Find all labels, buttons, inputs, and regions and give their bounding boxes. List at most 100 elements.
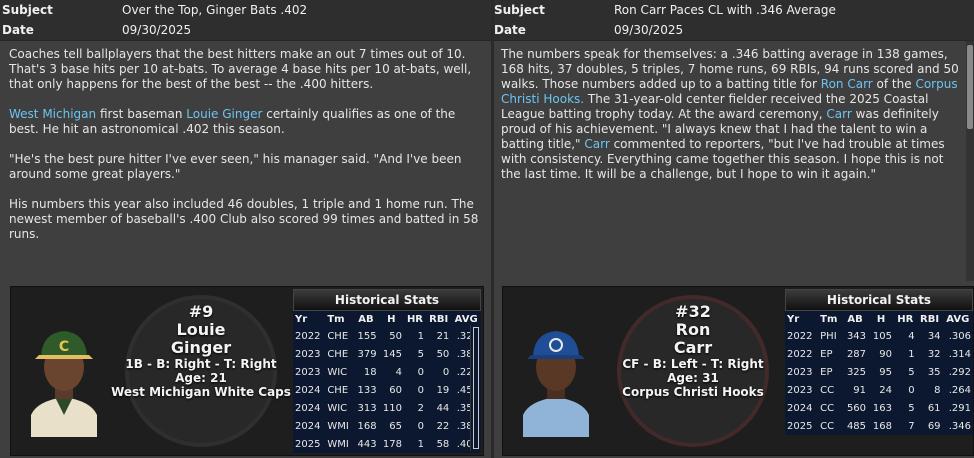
stats-cell: 91 [853,384,867,396]
stats-cell: 0 [417,420,424,432]
stats-cell: 2023 [787,366,813,378]
article-scrollbar[interactable] [966,41,974,281]
stats-cell: WMI [327,420,349,432]
player-last-name[interactable]: Ginger [111,339,291,357]
stats-cell: 34 [927,330,941,342]
player-link[interactable]: Carr [826,107,851,121]
stats-cell: .264 [948,384,971,396]
stats-cell: 44 [436,402,450,414]
paragraph: Coaches tell ballplayers that the best h… [9,47,472,91]
stats-column-header[interactable]: AB [353,311,378,327]
player-first-name[interactable]: Ron [603,321,783,339]
stats-column-header[interactable]: RBI [917,311,943,327]
stats-cell: 2023 [787,384,813,396]
article-body: The numbers speak for themselves: a .346… [494,41,974,182]
stats-cell: 90 [879,348,893,360]
stats-row: 2024 WMI 168 65 0 22.387 [293,417,481,435]
scroll-thumb[interactable] [473,327,479,449]
stats-column-header[interactable]: Yr [785,311,818,327]
stats-cell: 7 [908,420,915,432]
stats-column-header[interactable]: HR [894,311,917,327]
stats-title: Historical Stats [293,289,481,311]
article-body: Coaches tell ballplayers that the best h… [0,41,491,242]
stats-cell: 325 [846,366,867,378]
stats-cell: 5 [908,366,915,378]
scroll-thumb[interactable] [967,45,973,129]
date-label: Date [494,23,526,37]
player-age: Age: 21 [175,371,227,385]
stats-cell: CC [820,402,835,414]
stats-row: 2022 EP 287 90 1 32 .314 [785,345,973,363]
stats-row: 2022 PHI 343 105 4 34 .306 [785,327,973,345]
stats-cell: 1 [417,330,424,342]
stats-cell: 50 [389,330,402,342]
player-photo[interactable] [519,311,593,437]
stats-cell: .314 [948,348,971,360]
stats-column-header[interactable]: RBI [426,311,451,327]
stats-cell: CC [820,384,835,396]
stats-cell: 2025 [295,438,321,450]
stats-column-header[interactable]: AVG [943,311,973,327]
stats-cell: 485 [846,420,867,432]
player-link[interactable]: Carr [584,137,609,151]
stats-row: 2024 WIC 313 110 2 44.351 [293,399,481,417]
date-value: 09/30/2025 [122,23,192,37]
paragraph: The numbers speak for themselves: a .346… [501,47,966,182]
stats-cell: .346 [948,420,971,432]
stats-column-header[interactable]: HR [404,311,426,327]
stats-cell: 133 [357,384,377,396]
stats-cell: 32 [927,348,941,360]
message-header: Subject Over the Top, Ginger Bats .402 D… [0,0,491,41]
stats-row: 2025 CC 485 168 7 69 .346 [785,417,973,435]
player-photo[interactable]: C [27,311,101,437]
stats-cell: 2023 [295,366,321,378]
stats-row: 2023 WIC 18 4 0 0.222 [293,363,481,381]
paragraph: His numbers this year also included 46 d… [9,197,479,241]
team-link[interactable]: West Michigan [9,107,96,121]
stats-column-header[interactable]: H [379,311,404,327]
stats-cell: 22 [436,420,450,432]
text: first baseman [96,107,187,121]
stats-cell: 35 [927,366,941,378]
stats-cell: 168 [357,420,377,432]
stats-cell: 155 [357,330,377,342]
stats-row: 2023 CC 91 24 0 8 .264 [785,381,973,399]
stats-cell: 4 [908,330,915,342]
stats-cell: 65 [389,420,402,432]
player-card[interactable]: C #9 Louie Ginger 1B - B: Right - T: Rig… [10,286,484,456]
stats-cell: 1 [417,438,424,450]
player-team[interactable]: West Michigan White Caps [111,385,291,399]
stats-cell: 50 [436,348,450,360]
player-number: #32 [675,302,711,321]
stats-column-header[interactable]: AB [842,311,868,327]
stats-cell: EP [820,366,833,378]
stats-cell: 343 [846,330,867,342]
stats-column-header[interactable]: Tm [325,311,353,327]
player-card[interactable]: #32 Ron Carr CF - B: Left - T: Right Age… [502,286,974,456]
player-link[interactable]: Ron Carr [821,77,873,91]
stats-scrollbar[interactable] [470,325,481,451]
stats-cell: 0 [908,384,915,396]
stats-column-header[interactable]: Yr [293,311,325,327]
stats-column-header[interactable]: Tm [818,311,842,327]
player-first-name[interactable]: Louie [111,321,291,339]
stats-table: Yr Tm AB H HR RBI AVG 2022 CHE 155 50 1 21.323 2023 C… [293,311,481,453]
stats-cell: 2024 [295,420,321,432]
stats-cell: 2024 [787,402,813,414]
stats-cell: 5 [417,348,424,360]
stats-cell: 24 [879,384,893,396]
stats-column-header[interactable]: H [868,311,894,327]
stats-cell: 145 [382,348,402,360]
player-last-name[interactable]: Carr [603,339,783,357]
player-team[interactable]: Corpus Christi Hooks [603,385,783,399]
svg-text:C: C [59,339,69,355]
stats-cell: 21 [436,330,450,342]
subject-value: Ron Carr Paces CL with .346 Average [614,3,836,17]
stats-row: 2023 CHE 379 145 5 50.383 [293,345,481,363]
stats-cell: 2025 [787,420,813,432]
stats-cell: 0 [417,366,424,378]
stats-cell: 69 [927,420,941,432]
player-link[interactable]: Louie Ginger [186,107,262,121]
stats-cell: 5 [908,402,915,414]
stats-cell: 379 [357,348,377,360]
